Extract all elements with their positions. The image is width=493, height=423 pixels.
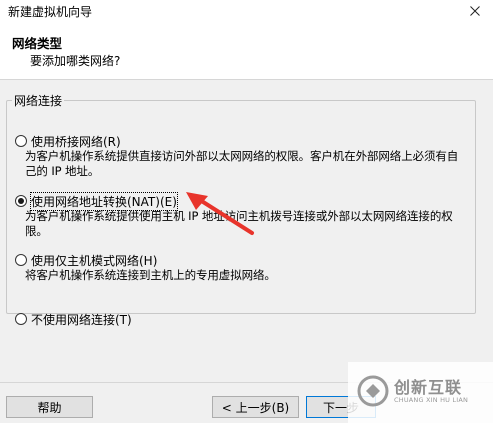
page-title: 网络类型 [12,36,63,51]
brand-logo-icon [357,375,389,407]
title-bar: 新建虚拟机向导 [0,0,493,22]
page-subtitle: 要添加哪类网络? [30,54,121,68]
close-icon [470,6,480,16]
help-button[interactable]: 帮助 [6,396,93,418]
watermark: 创新互联 CHUANG XIN HU LIAN [348,362,493,423]
watermark-name: 创新互联 [394,378,463,397]
wizard-header: 网络类型 要添加哪类网络? [0,22,493,80]
window-title: 新建虚拟机向导 [8,5,93,19]
watermark-subtitle: CHUANG XIN HU LIAN [394,396,469,404]
radio-nat[interactable] [15,195,27,207]
option-host-only-description: 将客户机操作系统连接到主机上的专用虚拟网络。 [25,268,276,282]
option-bridged-label[interactable]: 使用桥接网络(R) [31,133,121,150]
annotation-arrow-icon [186,192,254,235]
option-nat-label[interactable]: 使用网络地址转换(NAT)(E) [30,192,178,211]
option-bridged-description: 为客户机操作系统提供直接访问外部以太网网络的权限。客户机在外部网络上必须有自己的… [25,149,459,178]
radio-no-network[interactable] [15,313,27,325]
close-button[interactable] [463,0,487,22]
option-no-network-label[interactable]: 不使用网络连接(T) [31,311,132,328]
radio-host-only[interactable] [15,254,27,266]
option-host-only-label[interactable]: 使用仅主机模式网络(H) [31,252,157,269]
back-button[interactable]: < 上一步(B) [212,396,299,418]
group-label: 网络连接 [14,94,63,108]
radio-bridged[interactable] [15,135,27,147]
